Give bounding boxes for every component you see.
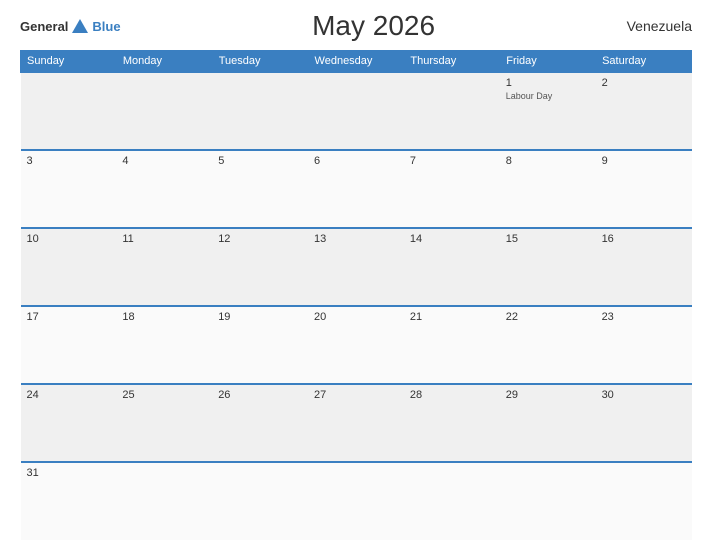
day-number: 15 [506,233,590,245]
day-number: 5 [218,155,302,167]
calendar-table: SundayMondayTuesdayWednesdayThursdayFrid… [20,50,692,540]
weekday-header-row: SundayMondayTuesdayWednesdayThursdayFrid… [21,51,692,73]
weekday-header-monday: Monday [116,51,212,73]
calendar-cell: 29 [500,384,596,462]
day-number: 3 [27,155,111,167]
logo-blue-text: Blue [92,19,120,34]
day-number: 8 [506,155,590,167]
day-number: 14 [410,233,494,245]
calendar-cell [596,462,692,540]
calendar-cell: 8 [500,150,596,228]
day-number: 2 [602,77,686,89]
calendar-cell [404,72,500,150]
calendar-cell: 5 [212,150,308,228]
calendar-cell: 10 [21,228,117,306]
day-number: 9 [602,155,686,167]
calendar-cell [308,72,404,150]
weekday-header-tuesday: Tuesday [212,51,308,73]
calendar-cell [116,72,212,150]
calendar-title: May 2026 [312,10,435,42]
calendar-cell [212,72,308,150]
day-number: 23 [602,311,686,323]
day-number: 21 [410,311,494,323]
calendar-cell: 3 [21,150,117,228]
day-number: 30 [602,389,686,401]
day-number: 27 [314,389,398,401]
calendar-week-row: 24 25 26 27 28 29 30 [21,384,692,462]
calendar-week-row: 10 11 12 13 14 15 16 [21,228,692,306]
calendar-cell: 2 [596,72,692,150]
day-number: 16 [602,233,686,245]
calendar-cell: 23 [596,306,692,384]
calendar-cell: 11 [116,228,212,306]
calendar-cell [308,462,404,540]
calendar-week-row: 3456789 [21,150,692,228]
weekday-header-thursday: Thursday [404,51,500,73]
calendar-week-row: 17 18 19 20 21 22 23 [21,306,692,384]
day-number: 4 [122,155,206,167]
calendar-cell [21,72,117,150]
weekday-header-wednesday: Wednesday [308,51,404,73]
day-number: 25 [122,389,206,401]
calendar-cell: 30 [596,384,692,462]
calendar-cell: 21 [404,306,500,384]
calendar-cell: 15 [500,228,596,306]
day-number: 26 [218,389,302,401]
day-number: 24 [27,389,111,401]
day-number: 31 [27,467,111,479]
day-number: 28 [410,389,494,401]
day-number: 11 [122,233,206,245]
day-number: 17 [27,311,111,323]
logo-triangle-icon [72,19,88,33]
calendar-cell: 19 [212,306,308,384]
day-number: 22 [506,311,590,323]
holiday-name: Labour Day [506,91,590,101]
calendar-cell [116,462,212,540]
calendar-cell: 20 [308,306,404,384]
day-number: 19 [218,311,302,323]
calendar-cell: 25 [116,384,212,462]
calendar-cell: 14 [404,228,500,306]
calendar-cell: 27 [308,384,404,462]
weekday-header-sunday: Sunday [21,51,117,73]
calendar-cell: 24 [21,384,117,462]
calendar-cell: 6 [308,150,404,228]
calendar-cell: 26 [212,384,308,462]
day-number: 7 [410,155,494,167]
calendar-cell: 16 [596,228,692,306]
calendar-week-row: 1 Labour Day 2 [21,72,692,150]
logo: General Blue [20,19,121,34]
calendar-week-row: 31 [21,462,692,540]
day-number: 29 [506,389,590,401]
calendar-cell: 28 [404,384,500,462]
calendar-cell [212,462,308,540]
calendar-cell: 13 [308,228,404,306]
day-number: 18 [122,311,206,323]
country-label: Venezuela [627,18,692,34]
day-number: 13 [314,233,398,245]
day-number: 12 [218,233,302,245]
logo-general-text: General [20,19,68,34]
calendar-cell [404,462,500,540]
calendar-cell: 7 [404,150,500,228]
day-number: 10 [27,233,111,245]
calendar-cell: 4 [116,150,212,228]
weekday-header-saturday: Saturday [596,51,692,73]
weekday-header-friday: Friday [500,51,596,73]
calendar-cell: 22 [500,306,596,384]
calendar-cell: 12 [212,228,308,306]
calendar-cell: 17 [21,306,117,384]
day-number: 1 [506,77,590,89]
day-number: 20 [314,311,398,323]
page-header: General Blue May 2026 Venezuela [20,10,692,42]
calendar-cell: 18 [116,306,212,384]
calendar-cell: 31 [21,462,117,540]
calendar-cell: 1 Labour Day [500,72,596,150]
calendar-cell [500,462,596,540]
calendar-cell: 9 [596,150,692,228]
day-number: 6 [314,155,398,167]
